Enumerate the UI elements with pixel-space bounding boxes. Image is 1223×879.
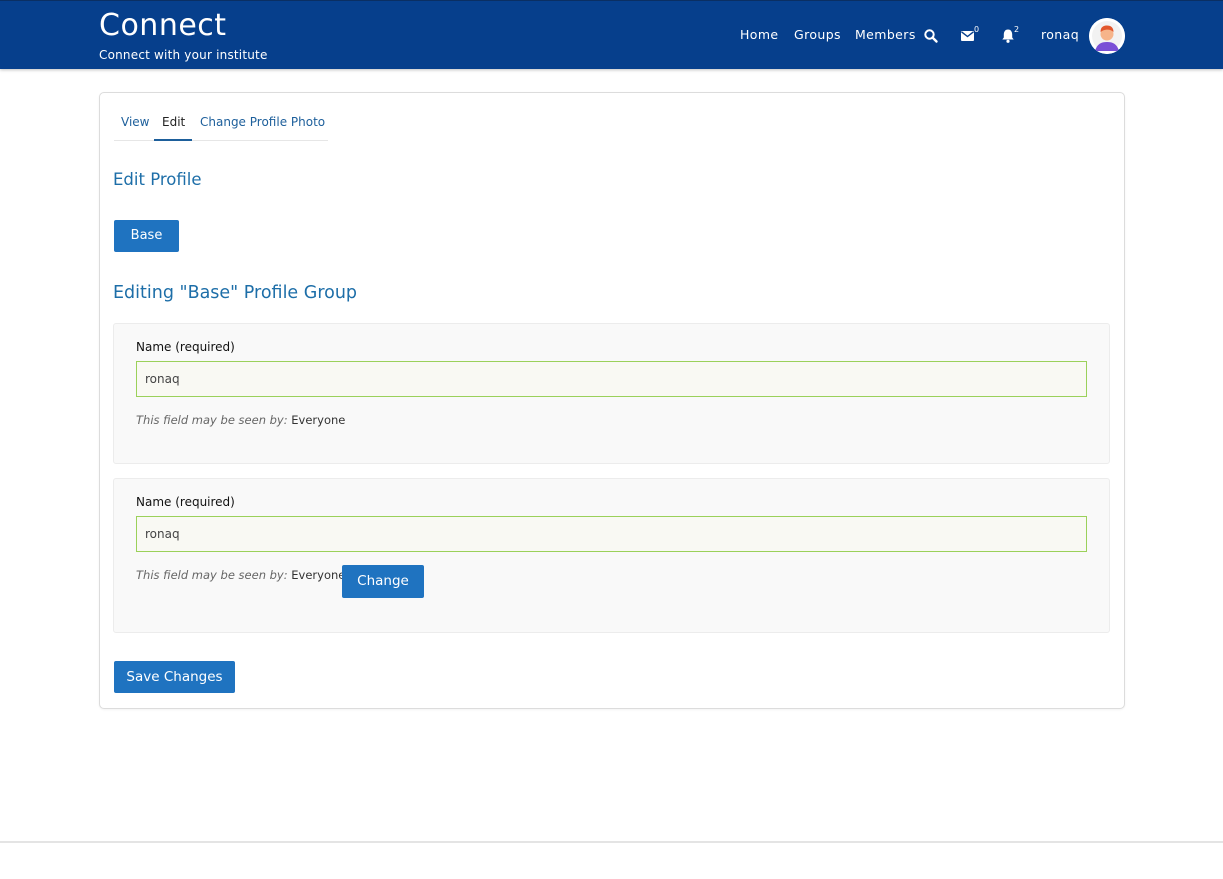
nav-groups[interactable]: Groups [794,27,841,45]
visibility-value: Everyone [291,413,346,427]
profile-field-box: Name (required) This field may be seen b… [113,478,1110,633]
name-field[interactable] [136,361,1087,397]
visibility-label: This field may be seen by: [136,413,288,427]
field-label: Name (required) [136,495,235,509]
user-name-link[interactable]: ronaq [1041,27,1079,45]
notifications-count-badge: 2 [1014,25,1020,34]
messages-count-badge: 0 [974,25,980,34]
page-title: Edit Profile [113,170,202,189]
site-title[interactable]: Connect [99,8,227,43]
change-visibility-button[interactable]: Change [342,565,424,598]
name-field[interactable] [136,516,1087,552]
field-visibility-note: This field may be seen by: Everyone [136,413,345,427]
footer-divider [0,841,1223,843]
visibility-label: This field may be seen by: [136,568,288,582]
tab-edit[interactable]: Edit [162,115,185,129]
field-label: Name (required) [136,340,235,354]
top-navbar: Connect Connect with your institute Home… [0,0,1223,69]
profile-field-box: Name (required) This field may be seen b… [113,323,1110,464]
nav-home[interactable]: Home [740,27,779,45]
nav-members[interactable]: Members [855,27,916,45]
profile-card: View Edit Change Profile Photo Edit Prof… [99,92,1125,709]
avatar[interactable] [1089,18,1125,54]
profile-group-heading: Editing "Base" Profile Group [113,283,358,303]
tab-change-profile-photo[interactable]: Change Profile Photo [200,115,325,129]
profile-tabs: View Edit Change Profile Photo [114,105,328,141]
profile-group-base-button[interactable]: Base [114,220,179,252]
search-icon[interactable] [923,28,941,46]
visibility-value: Everyone [291,568,346,582]
field-visibility-note: This field may be seen by: Everyone [136,568,345,582]
active-tab-indicator [154,139,192,141]
tab-view[interactable]: View [121,115,149,129]
save-changes-button[interactable]: Save Changes [114,661,235,693]
site-tagline: Connect with your institute [99,48,268,62]
